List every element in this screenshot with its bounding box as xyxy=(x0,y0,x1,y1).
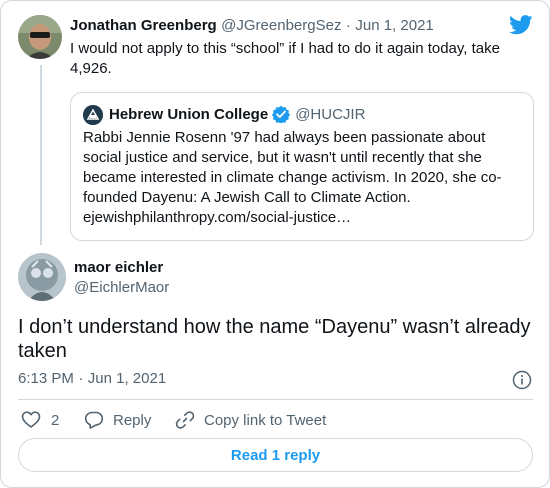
jonathan-greenberg-avatar[interactable] xyxy=(18,15,62,59)
maor-eichler-avatar[interactable] xyxy=(18,253,66,301)
reply-bubble-icon xyxy=(84,410,104,430)
parent-tweet-header: Jonathan Greenberg @JGreenbergSez · Jun … xyxy=(70,17,434,35)
main-author-handle[interactable]: @EichlerMaor xyxy=(74,279,169,296)
quoted-text-line-3: became interested in climate change acti… xyxy=(83,169,502,186)
parent-separator: · xyxy=(345,17,351,34)
main-tweet-text-line-2: taken xyxy=(18,340,67,362)
twitter-bird-icon[interactable] xyxy=(509,15,533,35)
main-tweet-separator: · xyxy=(78,370,84,387)
parent-tweet-text-line-1: I would not apply to this “school” if I … xyxy=(70,40,500,57)
link-icon xyxy=(175,410,195,430)
parent-author-name[interactable]: Jonathan Greenberg xyxy=(70,17,217,34)
actions-divider xyxy=(18,399,533,400)
main-tweet-text-line-1: I don’t understand how the name “Dayenu”… xyxy=(18,316,531,338)
thread-connector-line xyxy=(40,65,42,245)
parent-author-handle[interactable]: @JGreenbergSez xyxy=(221,17,341,34)
heart-icon xyxy=(21,410,41,430)
info-icon[interactable] xyxy=(512,370,532,390)
main-tweet-date: Jun 1, 2021 xyxy=(87,370,167,387)
main-author-name[interactable]: maor eichler xyxy=(74,259,163,276)
parent-date[interactable]: Jun 1, 2021 xyxy=(355,17,433,34)
quoted-text-line-2: social justice and service, but it wasn'… xyxy=(83,149,482,166)
reply-button[interactable]: Reply xyxy=(84,410,151,430)
hebrew-union-college-avatar xyxy=(83,105,103,125)
quoted-tweet-card[interactable]: Hebrew Union College @HUCJIR Rabbi Jenni… xyxy=(70,92,534,241)
reply-label: Reply xyxy=(113,411,152,429)
read-replies-label: Read 1 reply xyxy=(230,446,321,464)
quoted-tweet-header: Hebrew Union College @HUCJIR xyxy=(109,105,366,124)
like-button[interactable]: 2 xyxy=(21,410,59,430)
copy-link-label: Copy link to Tweet xyxy=(204,411,327,429)
like-count: 2 xyxy=(51,411,60,429)
quoted-author-handle: @HUCJIR xyxy=(295,105,366,123)
parent-tweet-text-line-2: 4,926. xyxy=(70,60,112,77)
main-tweet-timestamp[interactable]: 6:13 PM · Jun 1, 2021 xyxy=(18,370,166,388)
verified-badge-icon xyxy=(272,105,291,124)
quoted-tweet-text: Rabbi Jennie Rosenn '97 had always been … xyxy=(83,128,523,228)
quoted-author-name: Hebrew Union College xyxy=(109,105,269,123)
main-tweet-text: I don’t understand how the name “Dayenu”… xyxy=(18,315,538,363)
quoted-text-line-4: founded Dayenu: A Jewish Call to Climate… xyxy=(83,189,411,206)
copy-link-button[interactable]: Copy link to Tweet xyxy=(175,410,326,430)
tweet-embed-card: Jonathan Greenberg @JGreenbergSez · Jun … xyxy=(0,0,550,488)
read-replies-button[interactable]: Read 1 reply xyxy=(18,438,533,472)
quoted-text-line-1: Rabbi Jennie Rosenn '97 had always been … xyxy=(83,129,486,146)
quoted-text-link[interactable]: ejewishphilanthropy.com/social-justice… xyxy=(83,208,523,228)
parent-tweet-text: I would not apply to this “school” if I … xyxy=(70,39,530,79)
main-tweet-time: 6:13 PM xyxy=(18,370,74,387)
